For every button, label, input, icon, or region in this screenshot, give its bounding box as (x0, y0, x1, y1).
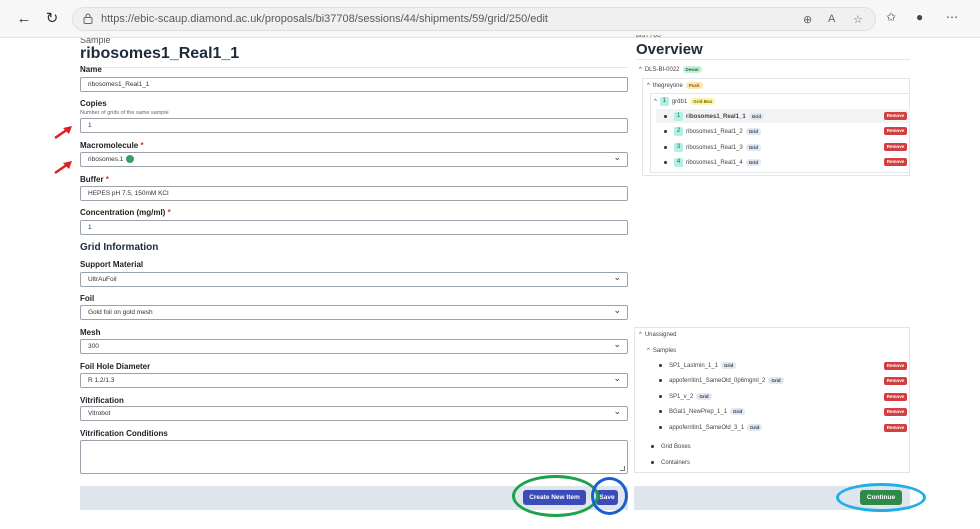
support-material-select[interactable]: UltrAuFoil (80, 271, 628, 287)
bullet-icon (659, 410, 662, 413)
red-arrow-icon (54, 161, 72, 174)
concentration-label: Concentration (mg/ml) * (80, 208, 171, 217)
bullet-icon (664, 130, 667, 133)
vitrification-label: Vitrification (80, 396, 124, 405)
red-arrow-icon (54, 126, 72, 139)
chevron-up-icon: ^ (654, 99, 657, 106)
cyan-highlight-circle (836, 483, 926, 512)
status-dot-icon (126, 155, 135, 164)
list-item[interactable]: appoferritin1_SameOld_0p6mgml_2 Grid (659, 377, 784, 385)
bullet-icon (659, 395, 662, 398)
tree-dewar[interactable]: ^ DLS-BI-0022 Dewar (639, 66, 703, 74)
grid-info-heading: Grid Information (80, 242, 159, 253)
dewar-tag: Dewar (682, 66, 703, 73)
blue-highlight-circle (591, 477, 628, 515)
list-item[interactable]: SP1_v_2 Grid (659, 393, 712, 401)
remove-button[interactable]: Remove (884, 393, 907, 401)
vitrification-select[interactable]: Vitrobot (80, 405, 628, 421)
back-arrow-icon[interactable]: ← (14, 9, 34, 29)
puck-tag: Puck (685, 82, 703, 89)
remove-button[interactable]: Remove (884, 143, 907, 151)
bullet-icon (659, 426, 662, 429)
copies-field[interactable]: 1 (80, 118, 628, 133)
list-item[interactable]: 3 ribosomes1_Real1_3 Grid (664, 143, 761, 152)
buffer-field[interactable]: HEPES pH 7.5, 150mM KCl (80, 186, 628, 201)
mesh-select[interactable]: 300 (80, 338, 628, 354)
tree-unassigned[interactable]: ^ Unassigned (639, 331, 677, 339)
browser-toolbar: ← ↻ https://ebic-scaup.diamond.ac.uk/pro… (0, 0, 980, 38)
breadcrumb: Sample (80, 38, 111, 45)
buffer-label: Buffer * (80, 175, 109, 184)
url-text: https://ebic-scaup.diamond.ac.uk/proposa… (101, 13, 548, 25)
tree-grid-boxes[interactable]: Grid Boxes (651, 443, 691, 451)
remove-button[interactable]: Remove (884, 112, 907, 120)
resize-handle-icon[interactable] (620, 466, 625, 471)
more-menu-icon[interactable]: ⋯ (946, 10, 958, 24)
chevron-up-icon: ^ (647, 83, 650, 90)
vitrification-conditions-label: Vitrification Conditions (80, 429, 168, 438)
copies-label: Copies (80, 99, 107, 108)
favorite-star-icon[interactable]: ☆ (853, 13, 863, 26)
foil-select[interactable]: Gold foil on gold mesh (80, 304, 628, 320)
chevron-up-icon: ^ (639, 332, 642, 338)
list-item[interactable]: SP1_Lastmin_1_1 Grid (659, 362, 737, 370)
list-item[interactable]: 4 ribosomes1_Real1_4 Grid (664, 158, 761, 167)
page-title: ribosomes1_Real1_1 (80, 45, 240, 62)
macromolecule-value: ribosomes.1 (88, 156, 124, 163)
profile-icon[interactable]: ● (916, 10, 923, 24)
name-field[interactable]: ribosomes1_Real1_1 (80, 77, 628, 92)
favorites-icon[interactable]: ✩ (886, 10, 896, 24)
read-aloud-icon[interactable]: A (828, 13, 835, 25)
remove-button[interactable]: Remove (884, 424, 907, 432)
macromolecule-label: Macromolecule * (80, 141, 144, 150)
list-item[interactable]: BGal1_NewPrep_1_1 Grid (659, 408, 746, 416)
bullet-icon (651, 460, 654, 464)
tree-gridbox[interactable]: ^ 1 grdb1 Grid Box (654, 97, 716, 106)
bullet-icon (659, 379, 662, 382)
list-item[interactable]: appoferritin1_SameOld_3_1 Grid (659, 424, 763, 432)
overview-divider (636, 59, 910, 60)
remove-button[interactable]: Remove (884, 127, 907, 135)
tree-puck[interactable]: ^ thegreyone Puck (647, 82, 703, 90)
remove-button[interactable]: Remove (884, 377, 907, 385)
green-highlight-circle (512, 475, 599, 517)
macromolecule-select[interactable]: ribosomes.1 (80, 151, 628, 167)
address-bar[interactable]: https://ebic-scaup.diamond.ac.uk/proposa… (72, 7, 876, 31)
foil-hole-select[interactable]: R 1.2/1.3 (80, 372, 628, 388)
zoom-icon[interactable]: ⊕ (803, 13, 812, 26)
bullet-icon (664, 161, 667, 164)
bullet-icon (664, 115, 667, 118)
copies-hint: Number of grids of the same sample (80, 110, 169, 116)
foil-label: Foil (80, 294, 95, 303)
lock-icon (83, 13, 93, 24)
tree-containers[interactable]: Containers (651, 459, 690, 467)
name-label: Name (80, 65, 102, 74)
tree-samples[interactable]: ^ Samples (647, 347, 676, 355)
remove-button[interactable]: Remove (884, 158, 907, 166)
gridbox-tag: Grid Box (690, 98, 716, 105)
concentration-field[interactable]: 1 (80, 220, 628, 235)
sample-form: Sample ribosomes1_Real1_1 (80, 38, 628, 68)
remove-button[interactable]: Remove (884, 362, 907, 370)
support-material-label: Support Material (80, 260, 144, 269)
vitrification-conditions-field[interactable] (80, 440, 628, 474)
title-divider (80, 67, 628, 68)
chevron-up-icon: ^ (639, 67, 642, 74)
bullet-icon (659, 364, 662, 367)
mesh-label: Mesh (80, 328, 101, 337)
foil-hole-label: Foil Hole Diameter (80, 362, 151, 371)
overview-title: Overview (636, 41, 703, 58)
refresh-icon[interactable]: ↻ (42, 9, 62, 29)
chevron-up-icon: ^ (647, 348, 650, 354)
list-item[interactable]: 2 ribosomes1_Real1_2 Grid (664, 127, 761, 136)
list-item[interactable]: 1 ribosomes1_Real1_1 Grid (664, 112, 764, 121)
bullet-icon (664, 146, 667, 149)
remove-button[interactable]: Remove (884, 408, 907, 416)
bullet-icon (651, 444, 654, 448)
